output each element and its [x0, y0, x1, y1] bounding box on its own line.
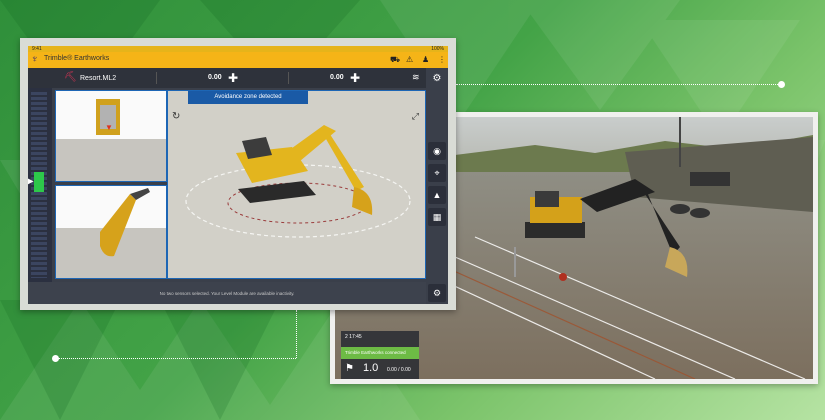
- 3d-view-panel[interactable]: Avoidance zone detected ↻ ⤢: [167, 90, 426, 279]
- plus-icon-left[interactable]: ✚: [228, 71, 238, 85]
- profile-view-panel[interactable]: [55, 185, 167, 279]
- divider: [156, 72, 157, 84]
- excavator-icon[interactable]: ⛏: [64, 72, 77, 83]
- settings-icon-top[interactable]: ⚙: [428, 70, 446, 88]
- divider: [288, 72, 289, 84]
- flag-icon[interactable]: ⚑: [345, 363, 354, 374]
- excavator-3d-model: [185, 125, 411, 238]
- camera-icon[interactable]: ◉: [428, 142, 446, 160]
- tablet-device: 9:41 100% ♆ Trimble® Earthworks ⛟ ⚠ ♟ ⋮ …: [20, 38, 456, 310]
- design-name[interactable]: Resort.ML2: [80, 75, 116, 82]
- layers-icon[interactable]: ≋: [412, 72, 420, 83]
- machine-hud: 2 17:45 Trimble Earthworks connected ⚑ 1…: [341, 331, 419, 379]
- machine-status-icon[interactable]: ⛟: [390, 55, 400, 65]
- position-marker-icon: ▼: [105, 123, 113, 132]
- connector-line-bottom-v: [296, 310, 297, 358]
- app-title: Trimble® Earthworks: [44, 55, 110, 62]
- hud-connection-text: Trimble Earthworks connected: [345, 350, 406, 355]
- gear-icon[interactable]: ⚙: [428, 284, 446, 302]
- bottom-status-bar: No two sensors selected. Your Level Modu…: [28, 282, 426, 304]
- warning-triangle-icon[interactable]: ▲: [428, 186, 446, 204]
- user-icon[interactable]: ♟: [422, 55, 429, 64]
- location-pin-icon[interactable]: ⌖: [428, 164, 446, 182]
- hud-small-values: 0.00 / 0.00: [387, 367, 411, 373]
- plan-view-panel[interactable]: ▼: [55, 90, 167, 182]
- right-tool-rail: ◉ ⌖ ▲ ▦ ⚙: [426, 88, 448, 304]
- connector-line-bottom-h: [56, 358, 296, 359]
- menu-icon[interactable]: ⋮: [438, 55, 446, 64]
- plus-icon-right[interactable]: ✚: [350, 71, 360, 85]
- grade-arrow-icon: ▶: [28, 176, 34, 187]
- map-icon[interactable]: ▦: [428, 208, 446, 226]
- trimble-logo-icon: ♆: [31, 54, 39, 65]
- guidance-toolbar: ⛏ Resort.ML2 0.00 ✚ 0.00 ✚ ≋: [28, 68, 426, 88]
- bucket-profile-shape: [100, 188, 150, 257]
- alert-icon[interactable]: ⚠: [406, 55, 413, 64]
- connector-line-top: [456, 84, 782, 85]
- hud-status-row: 2 17:45: [345, 334, 362, 340]
- bottom-message: No two sensors selected. Your Level Modu…: [159, 291, 295, 296]
- cut-fill-left-value: 0.00: [208, 74, 222, 81]
- cut-fill-right-value: 0.00: [330, 74, 344, 81]
- app-header: ♆ Trimble® Earthworks ⛟ ⚠ ♟ ⋮: [28, 52, 448, 68]
- connector-dot-bottom: [52, 355, 59, 362]
- elevation-lightbar: ▶: [28, 88, 52, 282]
- connector-dot-top: [778, 81, 785, 88]
- earthworks-screen: 9:41 100% ♆ Trimble® Earthworks ⛟ ⚠ ♟ ⋮ …: [28, 46, 448, 304]
- hud-connection-bar: Trimble Earthworks connected: [341, 347, 419, 359]
- hud-big-value: 1.0: [363, 362, 379, 374]
